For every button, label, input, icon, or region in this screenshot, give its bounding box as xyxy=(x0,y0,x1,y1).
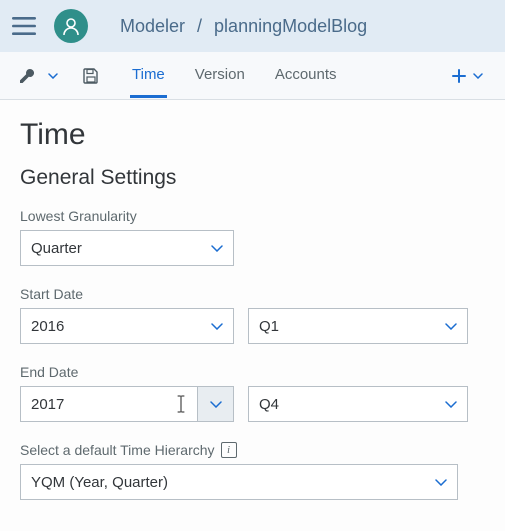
tab-time[interactable]: Time xyxy=(130,53,167,98)
end-quarter-value: Q4 xyxy=(259,396,279,413)
end-year-value: 2017 xyxy=(31,396,64,413)
page-title: Time xyxy=(20,118,485,152)
tabs: Time Version Accounts xyxy=(130,53,339,98)
add-button[interactable] xyxy=(451,68,483,84)
end-year-select[interactable]: 2017 xyxy=(20,386,234,422)
chevron-down-icon[interactable] xyxy=(48,73,58,79)
chevron-down-icon xyxy=(211,323,223,330)
breadcrumb: Modeler / planningModelBlog xyxy=(120,16,367,37)
wrench-icon[interactable] xyxy=(18,67,36,85)
chevron-down-icon xyxy=(473,73,483,79)
default-hierarchy-text: Select a default Time Hierarchy xyxy=(20,442,215,458)
granularity-value: Quarter xyxy=(31,240,82,257)
save-icon[interactable] xyxy=(82,67,100,85)
start-quarter-value: Q1 xyxy=(259,318,279,335)
breadcrumb-item-model[interactable]: planningModelBlog xyxy=(214,16,367,37)
label-default-hierarchy: Select a default Time Hierarchy i xyxy=(20,442,485,458)
chevron-down-icon xyxy=(211,245,223,252)
start-year-value: 2016 xyxy=(31,318,64,335)
end-quarter-select[interactable]: Q4 xyxy=(248,386,468,422)
chevron-down-icon xyxy=(445,401,457,408)
label-end-date: End Date xyxy=(20,364,485,380)
tab-accounts[interactable]: Accounts xyxy=(273,53,339,98)
info-icon[interactable]: i xyxy=(221,442,237,458)
breadcrumb-separator: / xyxy=(197,16,202,37)
chevron-down-icon xyxy=(435,479,447,486)
label-lowest-granularity: Lowest Granularity xyxy=(20,208,485,224)
hierarchy-select[interactable]: YQM (Year, Quarter) xyxy=(20,464,458,500)
section-title: General Settings xyxy=(20,166,485,190)
label-start-date: Start Date xyxy=(20,286,485,302)
content-area: Time General Settings Lowest Granularity… xyxy=(0,100,505,500)
tab-version[interactable]: Version xyxy=(193,53,247,98)
granularity-select[interactable]: Quarter xyxy=(20,230,234,266)
hierarchy-value: YQM (Year, Quarter) xyxy=(31,474,168,491)
start-quarter-select[interactable]: Q1 xyxy=(248,308,468,344)
top-bar: Modeler / planningModelBlog xyxy=(0,0,505,52)
start-year-select[interactable]: 2016 xyxy=(20,308,234,344)
breadcrumb-item-modeler[interactable]: Modeler xyxy=(120,16,185,37)
chevron-down-icon xyxy=(445,323,457,330)
menu-icon[interactable] xyxy=(12,16,38,36)
plus-icon xyxy=(451,68,467,84)
text-cursor-icon xyxy=(176,395,186,413)
avatar[interactable] xyxy=(54,9,88,43)
chevron-down-icon xyxy=(197,387,233,421)
tool-bar: Time Version Accounts xyxy=(0,52,505,100)
